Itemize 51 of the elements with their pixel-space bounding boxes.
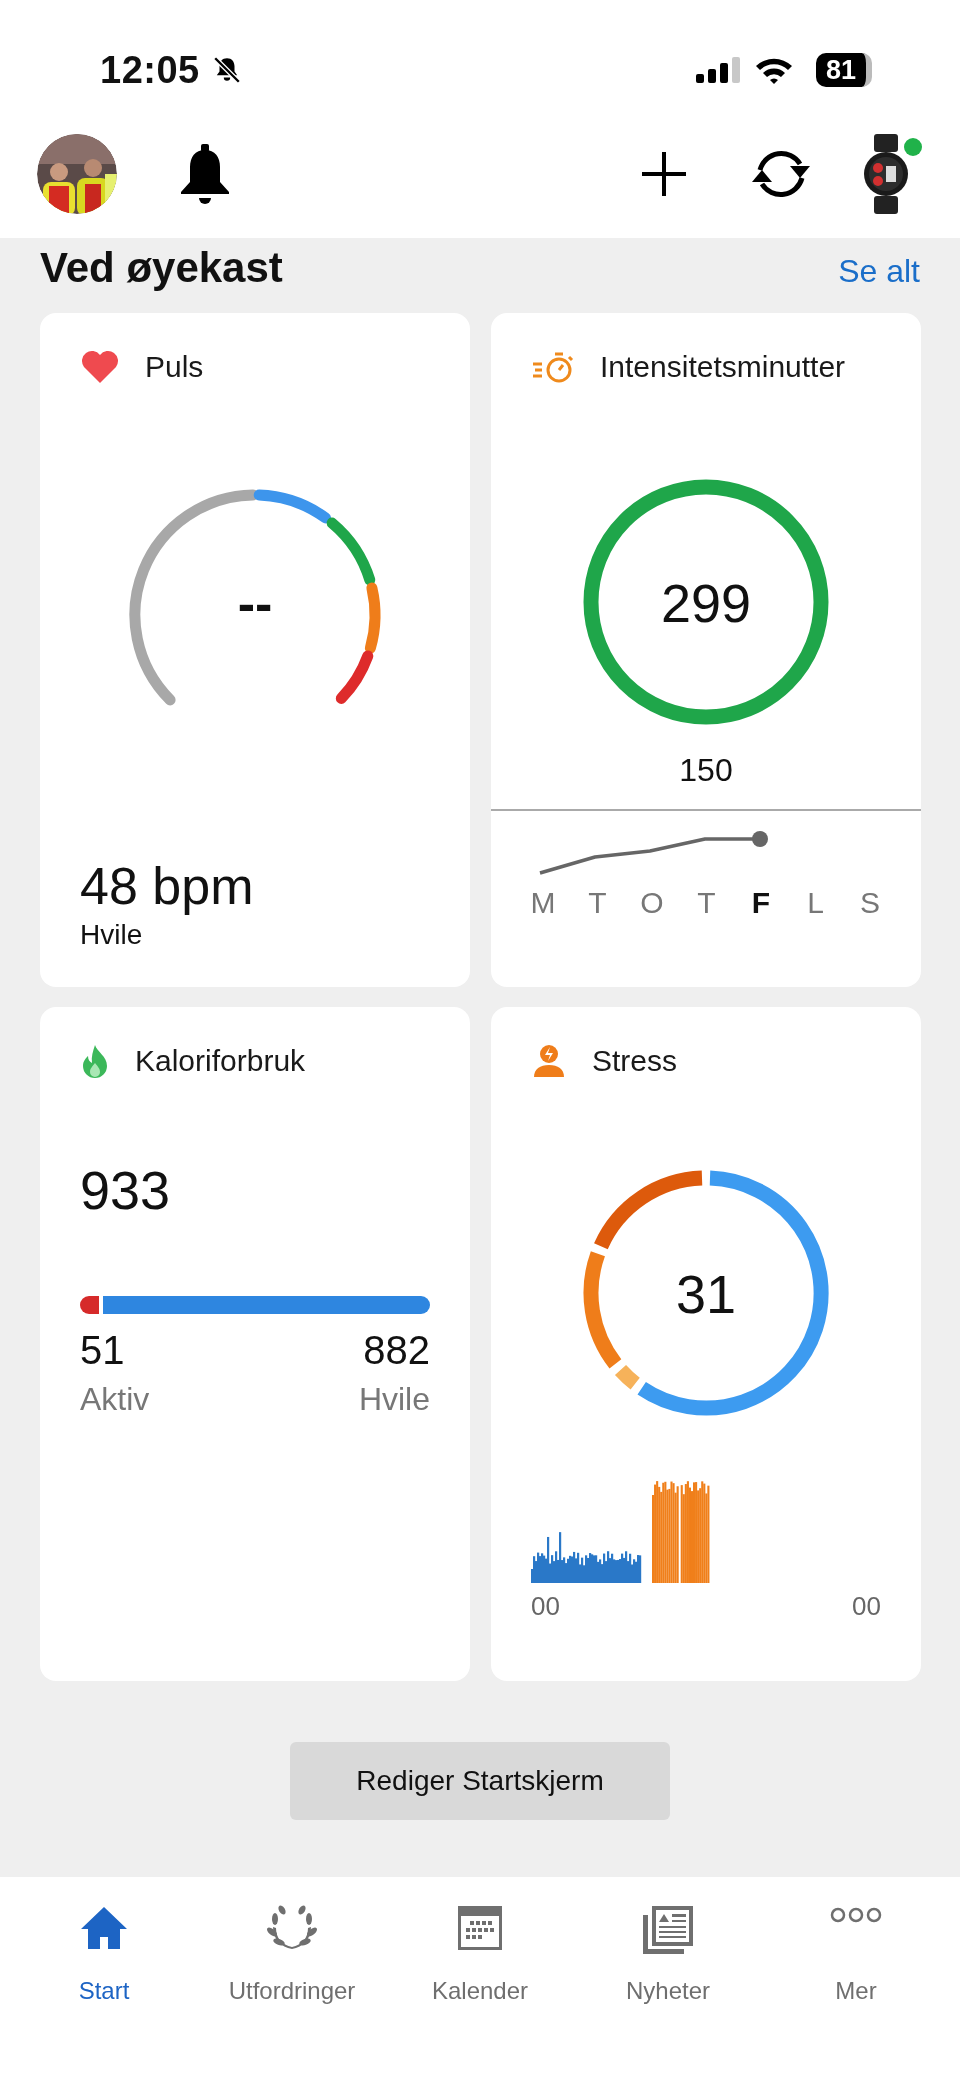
weekday-label: T [587, 886, 608, 920]
card-title: Intensitetsminutter [600, 350, 846, 384]
home-icon [79, 1905, 129, 1951]
active-calories: 51 [80, 1328, 125, 1374]
card-title: Kaloriforbruk [135, 1044, 306, 1078]
weekday-label: S [859, 886, 881, 920]
weekday-label: F [750, 886, 772, 920]
smartwatch-icon[interactable] [864, 134, 908, 214]
signal-icon [695, 55, 742, 85]
active-label: Aktiv [80, 1381, 150, 1419]
widget-card[interactable]: Kaloriforbruk 933 51 882 Aktiv Hvile [40, 1007, 470, 1681]
heart-rate-value: -- [236, 577, 274, 629]
add-icon[interactable] [640, 150, 688, 198]
stressed-person-icon [531, 1043, 567, 1079]
nav-tab[interactable]: Kalender [390, 1905, 570, 2005]
flame-icon [80, 1043, 110, 1079]
resting-calories: 882 [363, 1328, 430, 1374]
newspaper-icon [642, 1905, 694, 1955]
weekday-label: M [529, 886, 557, 920]
widget-card[interactable]: Stress 31 00 00 [491, 1007, 921, 1681]
widget-card[interactable]: Puls -- 48 bpm Hvile [40, 313, 470, 987]
intensity-minutes-value: 299 [659, 576, 753, 630]
nav-tab[interactable]: Mer [766, 1905, 946, 2005]
card-title: Stress [592, 1044, 678, 1078]
calories-total: 933 [80, 1161, 172, 1221]
see-all-link[interactable]: Se alt [838, 253, 920, 290]
nav-tab[interactable]: Utfordringer [202, 1905, 382, 2005]
card-title: Puls [145, 350, 204, 384]
weekday-label: L [806, 886, 825, 920]
goal-value: 150 [678, 752, 734, 789]
resting-label: Hvile [358, 1381, 430, 1419]
axis-label: 00 [531, 1591, 560, 1622]
weekday-label: T [696, 886, 717, 920]
battery-indicator: 81 [815, 53, 872, 87]
resting-heart-rate: 48 bpm [80, 857, 255, 915]
widget-card[interactable]: Intensitetsminutter 299 150 M T O T F L S [491, 313, 921, 987]
more-icon [830, 1905, 882, 1925]
status-dot [904, 138, 922, 156]
section-title: Ved øyekast [40, 244, 283, 292]
reading-caption: Hvile [80, 919, 144, 951]
laurel-wreath-icon [267, 1905, 317, 1951]
axis-label: 00 [852, 1591, 881, 1622]
heart-icon [80, 349, 120, 385]
stress-value: 31 [674, 1267, 738, 1321]
edit-home-screen-button[interactable]: Rediger Startskjerm [290, 1742, 670, 1820]
bell-slash-icon [211, 55, 242, 85]
calendar-icon [457, 1905, 503, 1951]
nav-tab[interactable]: Start [14, 1905, 194, 2005]
weekday-label: O [639, 886, 665, 920]
status-time: 12:05 [100, 48, 200, 92]
nav-tab[interactable]: Nyheter [578, 1905, 758, 2005]
